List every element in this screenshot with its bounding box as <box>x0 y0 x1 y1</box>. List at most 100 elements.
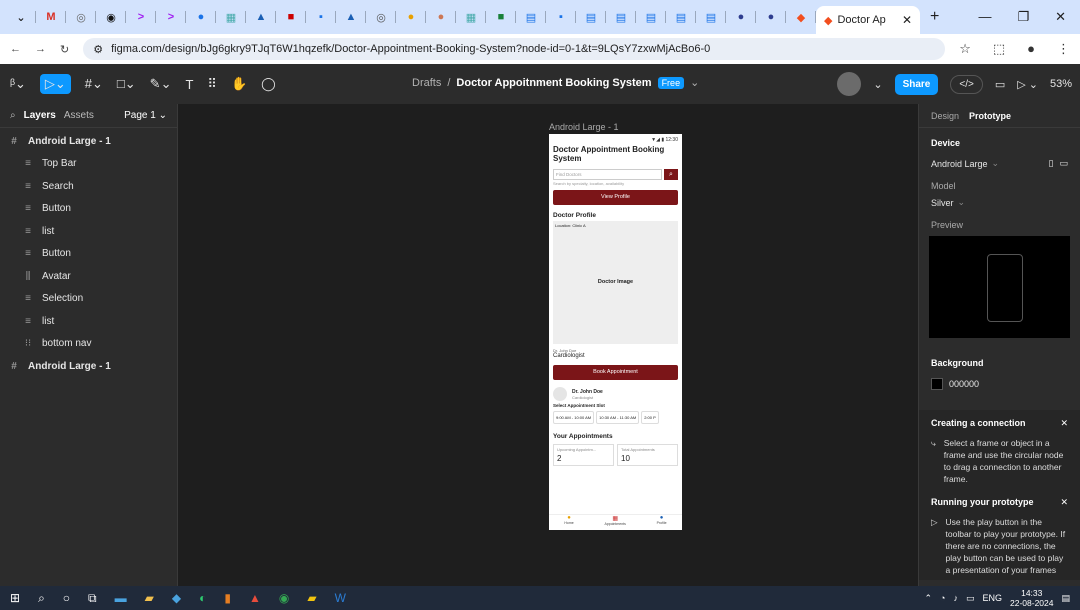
close-icon[interactable]: ✕ <box>1060 497 1068 508</box>
color-swatch[interactable] <box>931 378 943 390</box>
comment-tool-icon[interactable]: ◯ <box>261 76 276 92</box>
windows-start-icon[interactable]: ⊞ <box>10 591 20 605</box>
search-layers-icon[interactable]: ⌕ <box>10 110 16 121</box>
layer-item[interactable]: ≡ Top Bar <box>0 153 177 176</box>
tab-list-chevron-icon[interactable]: ⌄ <box>6 4 36 30</box>
word-icon[interactable]: W <box>335 591 346 605</box>
layer-item[interactable]: # Android Large - 1 <box>0 355 177 378</box>
pen-tool-icon[interactable]: ✎⌄ <box>150 76 172 92</box>
tab-prototype[interactable]: Prototype <box>969 111 1011 121</box>
avatar-chevron-icon[interactable]: ⌄ <box>873 78 882 91</box>
app-icon[interactable]: ▮ <box>224 591 231 605</box>
profile-icon[interactable]: ● <box>1027 41 1035 57</box>
nav-home[interactable]: ● Home <box>564 515 573 530</box>
extensions-icon[interactable]: ⬚ <box>993 41 1005 57</box>
active-tab[interactable]: ◆ Doctor Ap ✕ <box>816 6 920 34</box>
browser-tab[interactable]: ● <box>396 4 426 30</box>
browser-tab[interactable]: ■ <box>486 4 516 30</box>
layer-item[interactable]: ≡ list <box>0 220 177 243</box>
forward-icon[interactable]: → <box>35 43 46 55</box>
main-menu-icon[interactable]: ᵝ⌄ <box>10 76 26 92</box>
clock[interactable]: 14:33 22-08-2024 <box>1010 588 1053 608</box>
app-icon[interactable]: ▬ <box>115 591 127 605</box>
browser-tab[interactable]: ● <box>726 4 756 30</box>
browser-tab[interactable]: ● <box>426 4 456 30</box>
browser-tab[interactable]: ▤ <box>576 4 606 30</box>
drafts-link[interactable]: Drafts <box>412 77 441 89</box>
close-window-icon[interactable]: ✕ <box>1055 9 1066 25</box>
view-profile-button[interactable]: View Profile <box>553 190 678 205</box>
reload-icon[interactable]: ↻ <box>60 43 69 56</box>
browser-tab[interactable]: ▲ <box>336 4 366 30</box>
cortana-icon[interactable]: ○ <box>63 591 70 605</box>
close-icon[interactable]: ✕ <box>1060 418 1068 429</box>
layer-item[interactable]: ≡ list <box>0 310 177 333</box>
move-tool-icon[interactable]: ▷⌄ <box>39 74 71 94</box>
notifications-icon[interactable]: ▤ <box>1061 593 1070 604</box>
browser-tab[interactable]: ▪ <box>546 4 576 30</box>
nav-profile[interactable]: ● Profile <box>657 515 667 530</box>
edge-icon[interactable]: ◐ <box>199 591 206 605</box>
browser-tab[interactable]: ▪ <box>306 4 336 30</box>
browser-tab[interactable]: ▤ <box>696 4 726 30</box>
minimize-icon[interactable]: — <box>978 9 991 25</box>
dev-mode-icon[interactable]: </> <box>950 74 983 94</box>
app-icon[interactable]: ▲ <box>249 591 261 605</box>
tray-chevron-icon[interactable]: ⌃ <box>924 593 932 604</box>
task-view-icon[interactable]: ⧉ <box>88 591 97 606</box>
file-explorer-icon[interactable]: ▰ <box>145 591 154 605</box>
search-icon[interactable]: ⌕ <box>38 591 45 606</box>
browser-tab[interactable]: ▲ <box>246 4 276 30</box>
browser-tab[interactable]: ▦ <box>456 4 486 30</box>
close-tab-icon[interactable]: ✕ <box>902 13 912 27</box>
hand-tool-icon[interactable]: ✋ <box>231 76 247 92</box>
frame-label[interactable]: Android Large - 1 <box>549 122 619 132</box>
layer-item[interactable]: ≡ Selection <box>0 288 177 311</box>
browser-tab[interactable]: ◎ <box>366 4 396 30</box>
background-row[interactable]: 000000 <box>919 372 1080 396</box>
address-bar[interactable]: ⚙ figma.com/design/bJg6gkry9TJqT6W1hqzef… <box>83 38 946 60</box>
browser-tab[interactable]: ● <box>756 4 786 30</box>
browser-tab[interactable]: ● <box>186 4 216 30</box>
user-avatar[interactable] <box>837 72 862 96</box>
shape-tool-icon[interactable]: □⌄ <box>117 76 136 92</box>
tab-layers[interactable]: Layers <box>24 110 56 121</box>
library-icon[interactable]: ▭ <box>995 78 1005 91</box>
layer-item[interactable]: ≡ Search <box>0 175 177 198</box>
browser-tab[interactable]: ▤ <box>666 4 696 30</box>
device-select[interactable]: Android Large ⌄ ▯ ▭ <box>919 152 1080 175</box>
background-value[interactable]: 000000 <box>949 379 979 389</box>
gmail-tab[interactable]: M <box>36 4 66 30</box>
model-select[interactable]: Silver ⌄ <box>919 191 1080 214</box>
volume-icon[interactable]: ♪ <box>953 593 958 603</box>
browser-tab[interactable]: ■ <box>276 4 306 30</box>
text-tool-icon[interactable]: T <box>185 77 193 92</box>
bookmark-star-icon[interactable]: ☆ <box>959 41 971 57</box>
frame-tool-icon[interactable]: #⌄ <box>85 76 103 92</box>
browser-tab[interactable]: ▤ <box>606 4 636 30</box>
zoom-level[interactable]: 53% <box>1050 78 1072 90</box>
browser-tab[interactable]: ▤ <box>516 4 546 30</box>
search-icon[interactable]: ⌕ <box>664 169 678 180</box>
file-name[interactable]: Doctor Appoitnment Booking System <box>456 77 651 89</box>
battery-icon[interactable]: ▭ <box>966 593 975 604</box>
slot-chip[interactable]: 10:30 AM - 11:30 AM <box>596 411 640 424</box>
present-icon[interactable]: ▷ ⌄ <box>1017 78 1038 91</box>
search-input[interactable]: Find Doctors <box>553 169 662 180</box>
layer-item[interactable]: ≡ Button <box>0 243 177 266</box>
figma-tab[interactable]: ◆ <box>786 4 816 30</box>
book-appointment-button[interactable]: Book Appointment <box>553 365 678 380</box>
new-tab-icon[interactable]: + <box>930 8 939 26</box>
tab-assets[interactable]: Assets <box>64 110 94 121</box>
chrome-icon[interactable]: ◉ <box>279 591 289 605</box>
file-menu-chevron-icon[interactable]: ⌄ <box>690 76 699 89</box>
layer-item[interactable]: # Android Large - 1 <box>0 130 177 153</box>
browser-tab[interactable]: ▦ <box>216 4 246 30</box>
resources-icon[interactable]: ⠿ <box>207 76 217 92</box>
share-button[interactable]: Share <box>894 73 939 95</box>
language-indicator[interactable]: ENG <box>982 593 1002 603</box>
browser-tab[interactable]: > <box>156 4 186 30</box>
browser-tab[interactable]: ◉ <box>96 4 126 30</box>
network-icon[interactable]: ◔ <box>940 593 945 603</box>
landscape-icon[interactable]: ▭ <box>1059 158 1068 169</box>
